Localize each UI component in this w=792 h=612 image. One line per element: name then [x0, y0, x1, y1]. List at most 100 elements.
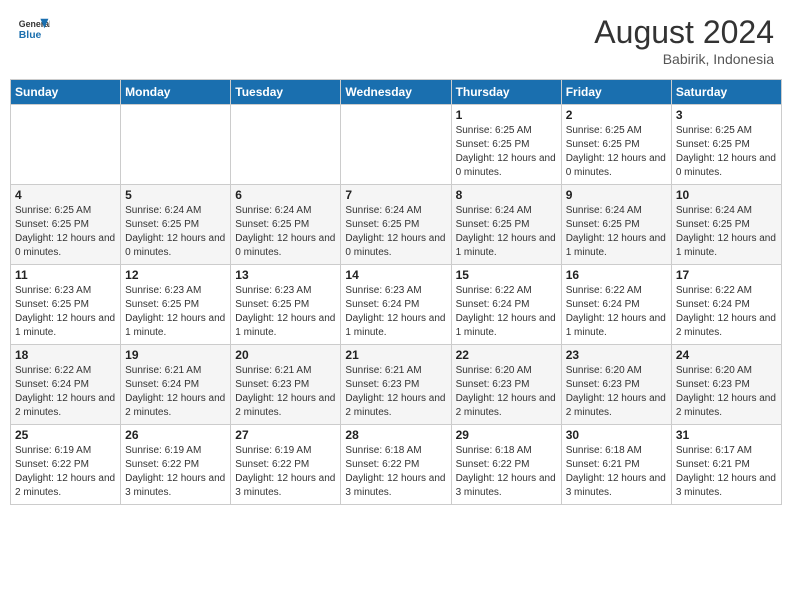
day-info: Sunrise: 6:21 AM Sunset: 6:23 PM Dayligh…: [235, 364, 336, 420]
svg-text:Blue: Blue: [19, 30, 42, 41]
day-cell: 14 Sunrise: 6:23 AM Sunset: 6:24 PM Dayli…: [341, 265, 451, 345]
day-info: Sunrise: 6:21 AM Sunset: 6:24 PM Dayligh…: [125, 364, 226, 420]
calendar-table: SundayMondayTuesdayWednesdayThursdayFrid…: [10, 79, 782, 505]
day-cell: 25 Sunrise: 6:19 AM Sunset: 6:22 PM Dayli…: [11, 425, 121, 505]
day-info: Sunrise: 6:19 AM Sunset: 6:22 PM Dayligh…: [15, 444, 116, 500]
day-number: 29: [456, 428, 557, 442]
day-info: Sunrise: 6:23 AM Sunset: 6:25 PM Dayligh…: [125, 284, 226, 340]
day-cell: 15 Sunrise: 6:22 AM Sunset: 6:24 PM Dayli…: [451, 265, 561, 345]
weekday-header-friday: Friday: [561, 80, 671, 105]
day-cell: 28 Sunrise: 6:18 AM Sunset: 6:22 PM Dayli…: [341, 425, 451, 505]
day-number: 2: [566, 108, 667, 122]
day-cell: 12Sunrise: 6:23 AM Sunset: 6:25 PM Dayli…: [121, 265, 231, 345]
day-cell: 27Sunrise: 6:19 AM Sunset: 6:22 PM Dayli…: [231, 425, 341, 505]
day-cell: 9Sunrise: 6:24 AM Sunset: 6:25 PM Daylig…: [561, 185, 671, 265]
week-row-1: 1Sunrise: 6:25 AM Sunset: 6:25 PM Daylig…: [11, 105, 782, 185]
day-cell: 16Sunrise: 6:22 AM Sunset: 6:24 PM Dayli…: [561, 265, 671, 345]
weekday-header-saturday: Saturday: [671, 80, 781, 105]
day-info: Sunrise: 6:23 AM Sunset: 6:25 PM Dayligh…: [15, 284, 116, 340]
day-info: Sunrise: 6:20 AM Sunset: 6:23 PM Dayligh…: [566, 364, 667, 420]
day-number: 16: [566, 268, 667, 282]
day-cell: 1Sunrise: 6:25 AM Sunset: 6:25 PM Daylig…: [451, 105, 561, 185]
day-info: Sunrise: 6:25 AM Sunset: 6:25 PM Dayligh…: [456, 124, 557, 180]
day-info: Sunrise: 6:22 AM Sunset: 6:24 PM Dayligh…: [15, 364, 116, 420]
day-cell: 10 Sunrise: 6:24 AM Sunset: 6:25 PM Dayli…: [671, 185, 781, 265]
day-number: 18: [15, 348, 116, 362]
day-number: 6: [235, 188, 336, 202]
day-cell: 11 Sunrise: 6:23 AM Sunset: 6:25 PM Dayli…: [11, 265, 121, 345]
day-cell: [11, 105, 121, 185]
day-cell: 21 Sunrise: 6:21 AM Sunset: 6:23 PM Dayli…: [341, 345, 451, 425]
day-cell: 18 Sunrise: 6:22 AM Sunset: 6:24 PM Dayli…: [11, 345, 121, 425]
day-number: 25: [15, 428, 116, 442]
week-row-3: 11 Sunrise: 6:23 AM Sunset: 6:25 PM Dayli…: [11, 265, 782, 345]
day-number: 30: [566, 428, 667, 442]
day-info: Sunrise: 6:24 AM Sunset: 6:25 PM Dayligh…: [566, 204, 667, 260]
day-number: 4: [15, 188, 116, 202]
day-info: Sunrise: 6:22 AM Sunset: 6:24 PM Dayligh…: [676, 284, 777, 340]
day-cell: 13Sunrise: 6:23 AM Sunset: 6:25 PM Dayli…: [231, 265, 341, 345]
day-number: 23: [566, 348, 667, 362]
day-info: Sunrise: 6:25 AM Sunset: 6:25 PM Dayligh…: [15, 204, 116, 260]
day-number: 10: [676, 188, 777, 202]
weekday-header-tuesday: Tuesday: [231, 80, 341, 105]
day-number: 27: [235, 428, 336, 442]
day-info: Sunrise: 6:25 AM Sunset: 6:25 PM Dayligh…: [676, 124, 777, 180]
day-cell: 7 Sunrise: 6:24 AM Sunset: 6:25 PM Daylig…: [341, 185, 451, 265]
day-info: Sunrise: 6:20 AM Sunset: 6:23 PM Dayligh…: [676, 364, 777, 420]
day-info: Sunrise: 6:24 AM Sunset: 6:25 PM Dayligh…: [456, 204, 557, 260]
day-info: Sunrise: 6:19 AM Sunset: 6:22 PM Dayligh…: [125, 444, 226, 500]
day-cell: 31Sunrise: 6:17 AM Sunset: 6:21 PM Dayli…: [671, 425, 781, 505]
weekday-header-wednesday: Wednesday: [341, 80, 451, 105]
day-cell: [341, 105, 451, 185]
day-cell: 4 Sunrise: 6:25 AM Sunset: 6:25 PM Daylig…: [11, 185, 121, 265]
day-cell: 19Sunrise: 6:21 AM Sunset: 6:24 PM Dayli…: [121, 345, 231, 425]
day-number: 17: [676, 268, 777, 282]
day-number: 28: [345, 428, 446, 442]
logo: GeneralBlue: [18, 14, 50, 46]
day-number: 3: [676, 108, 777, 122]
day-number: 7: [345, 188, 446, 202]
day-cell: [231, 105, 341, 185]
day-number: 15: [456, 268, 557, 282]
day-info: Sunrise: 6:20 AM Sunset: 6:23 PM Dayligh…: [456, 364, 557, 420]
week-row-4: 18 Sunrise: 6:22 AM Sunset: 6:24 PM Dayli…: [11, 345, 782, 425]
day-number: 14: [345, 268, 446, 282]
day-number: 5: [125, 188, 226, 202]
day-number: 22: [456, 348, 557, 362]
week-row-5: 25 Sunrise: 6:19 AM Sunset: 6:22 PM Dayli…: [11, 425, 782, 505]
page-header: GeneralBlue August 2024 Babirik, Indones…: [10, 10, 782, 71]
day-info: Sunrise: 6:23 AM Sunset: 6:24 PM Dayligh…: [345, 284, 446, 340]
day-cell: 8Sunrise: 6:24 AM Sunset: 6:25 PM Daylig…: [451, 185, 561, 265]
day-cell: 24Sunrise: 6:20 AM Sunset: 6:23 PM Dayli…: [671, 345, 781, 425]
day-info: Sunrise: 6:24 AM Sunset: 6:25 PM Dayligh…: [125, 204, 226, 260]
day-cell: 23 Sunrise: 6:20 AM Sunset: 6:23 PM Dayli…: [561, 345, 671, 425]
day-cell: 3 Sunrise: 6:25 AM Sunset: 6:25 PM Daylig…: [671, 105, 781, 185]
logo-icon: GeneralBlue: [18, 14, 50, 46]
day-number: 31: [676, 428, 777, 442]
day-number: 21: [345, 348, 446, 362]
day-number: 11: [15, 268, 116, 282]
day-info: Sunrise: 6:18 AM Sunset: 6:21 PM Dayligh…: [566, 444, 667, 500]
day-info: Sunrise: 6:23 AM Sunset: 6:25 PM Dayligh…: [235, 284, 336, 340]
day-cell: 17 Sunrise: 6:22 AM Sunset: 6:24 PM Dayli…: [671, 265, 781, 345]
day-cell: 22 Sunrise: 6:20 AM Sunset: 6:23 PM Dayli…: [451, 345, 561, 425]
weekday-header-row: SundayMondayTuesdayWednesdayThursdayFrid…: [11, 80, 782, 105]
day-info: Sunrise: 6:21 AM Sunset: 6:23 PM Dayligh…: [345, 364, 446, 420]
location: Babirik, Indonesia: [594, 51, 774, 67]
day-info: Sunrise: 6:24 AM Sunset: 6:25 PM Dayligh…: [235, 204, 336, 260]
day-info: Sunrise: 6:18 AM Sunset: 6:22 PM Dayligh…: [456, 444, 557, 500]
day-info: Sunrise: 6:24 AM Sunset: 6:25 PM Dayligh…: [676, 204, 777, 260]
day-cell: 6 Sunrise: 6:24 AM Sunset: 6:25 PM Daylig…: [231, 185, 341, 265]
day-cell: 2 Sunrise: 6:25 AM Sunset: 6:25 PM Daylig…: [561, 105, 671, 185]
day-cell: 30 Sunrise: 6:18 AM Sunset: 6:21 PM Dayli…: [561, 425, 671, 505]
day-cell: 20Sunrise: 6:21 AM Sunset: 6:23 PM Dayli…: [231, 345, 341, 425]
day-info: Sunrise: 6:24 AM Sunset: 6:25 PM Dayligh…: [345, 204, 446, 260]
weekday-header-thursday: Thursday: [451, 80, 561, 105]
day-number: 26: [125, 428, 226, 442]
week-row-2: 4 Sunrise: 6:25 AM Sunset: 6:25 PM Daylig…: [11, 185, 782, 265]
day-info: Sunrise: 6:18 AM Sunset: 6:22 PM Dayligh…: [345, 444, 446, 500]
day-info: Sunrise: 6:22 AM Sunset: 6:24 PM Dayligh…: [456, 284, 557, 340]
weekday-header-monday: Monday: [121, 80, 231, 105]
day-info: Sunrise: 6:25 AM Sunset: 6:25 PM Dayligh…: [566, 124, 667, 180]
